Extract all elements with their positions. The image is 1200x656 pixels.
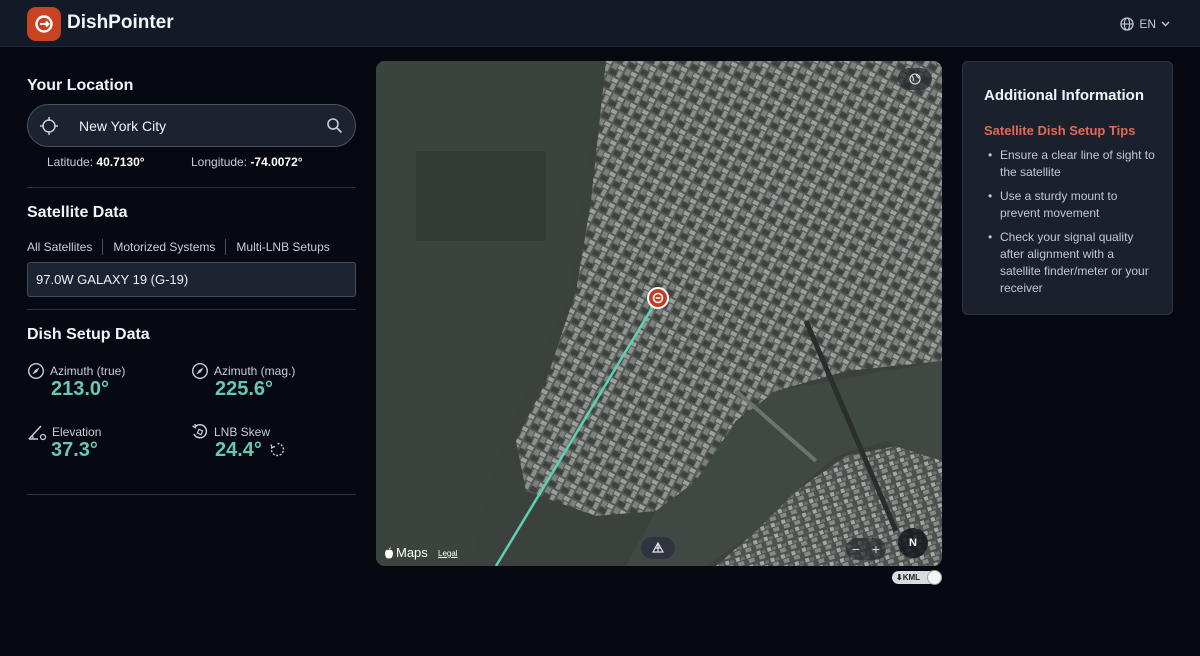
filter-separator (102, 239, 104, 255)
filter-all-satellites[interactable]: All Satellites (27, 240, 92, 254)
apple-maps-logo: Maps (384, 545, 428, 560)
kml-toggle[interactable]: ⬇KML (892, 570, 942, 585)
crosshair-icon[interactable] (39, 116, 59, 136)
tip-item: Check your signal quality after alignmen… (988, 229, 1158, 297)
apple-icon (385, 546, 393, 558)
additional-info-title: Additional Information (984, 87, 1144, 104)
satellite-filter-tabs: All Satellites Motorized Systems Multi-L… (27, 239, 330, 255)
divider (27, 187, 356, 188)
setup-tips-list: Ensure a clear line of sight to the sate… (988, 147, 1158, 304)
azimuth-true-label: Azimuth (true) (50, 364, 126, 378)
filter-separator (225, 239, 227, 255)
azimuth-true-value: 213.0° (51, 378, 110, 400)
zoom-out-button[interactable]: − (852, 541, 860, 557)
lnb-skew-label: LNB Skew (214, 425, 271, 439)
kml-toggle-knob[interactable] (927, 570, 942, 585)
lnb-skew-value-row: 24.4° (215, 439, 285, 462)
rotate-icon (192, 423, 208, 439)
top-bar: DishPointer EN (0, 0, 1200, 47)
latitude-value: 40.7130° (96, 155, 145, 169)
legal-link[interactable]: Legal (438, 549, 458, 558)
dishpointer-logo[interactable] (27, 7, 61, 41)
3d-view-button[interactable] (641, 537, 675, 559)
compass-icon (27, 362, 45, 380)
azimuth-mag-label: Azimuth (mag.) (214, 364, 296, 378)
location-search-value[interactable]: New York City (79, 118, 166, 134)
map-imagery (376, 61, 942, 566)
filter-multi-lnb-setups[interactable]: Multi-LNB Setups (236, 240, 329, 254)
zoom-in-button[interactable]: + (872, 541, 880, 557)
satellite-map[interactable]: Maps Legal − + N (376, 61, 942, 566)
elevation-label: Elevation (52, 425, 102, 439)
satellite-select[interactable]: 97.0W GALAXY 19 (G-19) (27, 262, 356, 297)
divider (27, 309, 356, 310)
globe-icon (909, 73, 921, 85)
dish-setup-title: Dish Setup Data (27, 326, 150, 343)
setup-tips-title: Satellite Dish Setup Tips (984, 123, 1136, 138)
additional-info-panel: Additional Information Satellite Dish Se… (962, 61, 1173, 315)
location-pin[interactable] (647, 287, 669, 309)
dishpointer-pin-icon (652, 292, 664, 304)
longitude-value: -74.0072° (250, 155, 303, 169)
lnb-skew-value: 24.4° (215, 439, 262, 461)
latitude-readout: Latitude: 40.7130° (47, 155, 145, 169)
brand-name[interactable]: DishPointer (67, 12, 174, 34)
language-selector[interactable]: EN (1120, 15, 1170, 33)
kml-download-icon: ⬇ (896, 573, 903, 582)
zoom-controls: − + (846, 538, 886, 560)
buildings-icon (651, 542, 665, 553)
logo-icon (35, 15, 53, 33)
elevation-value: 37.3° (51, 439, 98, 461)
maps-label: Maps (396, 545, 428, 560)
rotation-direction-icon (269, 442, 284, 457)
tip-item: Ensure a clear line of sight to the sate… (988, 147, 1158, 181)
tip-item: Use a sturdy mount to prevent movement (988, 188, 1158, 222)
filter-motorized-systems[interactable]: Motorized Systems (113, 240, 215, 254)
globe-icon (1120, 17, 1134, 31)
satellite-data-title: Satellite Data (27, 204, 128, 221)
kml-label: KML (902, 573, 921, 582)
latitude-label: Latitude: (47, 155, 94, 169)
map-type-button[interactable] (898, 68, 932, 90)
longitude-readout: Longitude: -74.0072° (191, 155, 303, 169)
your-location-title: Your Location (27, 77, 134, 94)
elevation-angle-icon (28, 425, 47, 441)
language-label: EN (1139, 17, 1156, 31)
azimuth-mag-value: 225.6° (215, 378, 274, 400)
divider (27, 494, 356, 495)
longitude-label: Longitude: (191, 155, 248, 169)
map-compass[interactable]: N (898, 528, 928, 558)
search-icon[interactable] (326, 117, 343, 134)
location-search-input[interactable]: New York City (27, 104, 356, 147)
compass-icon (191, 362, 209, 380)
chevron-down-icon (1161, 21, 1170, 27)
